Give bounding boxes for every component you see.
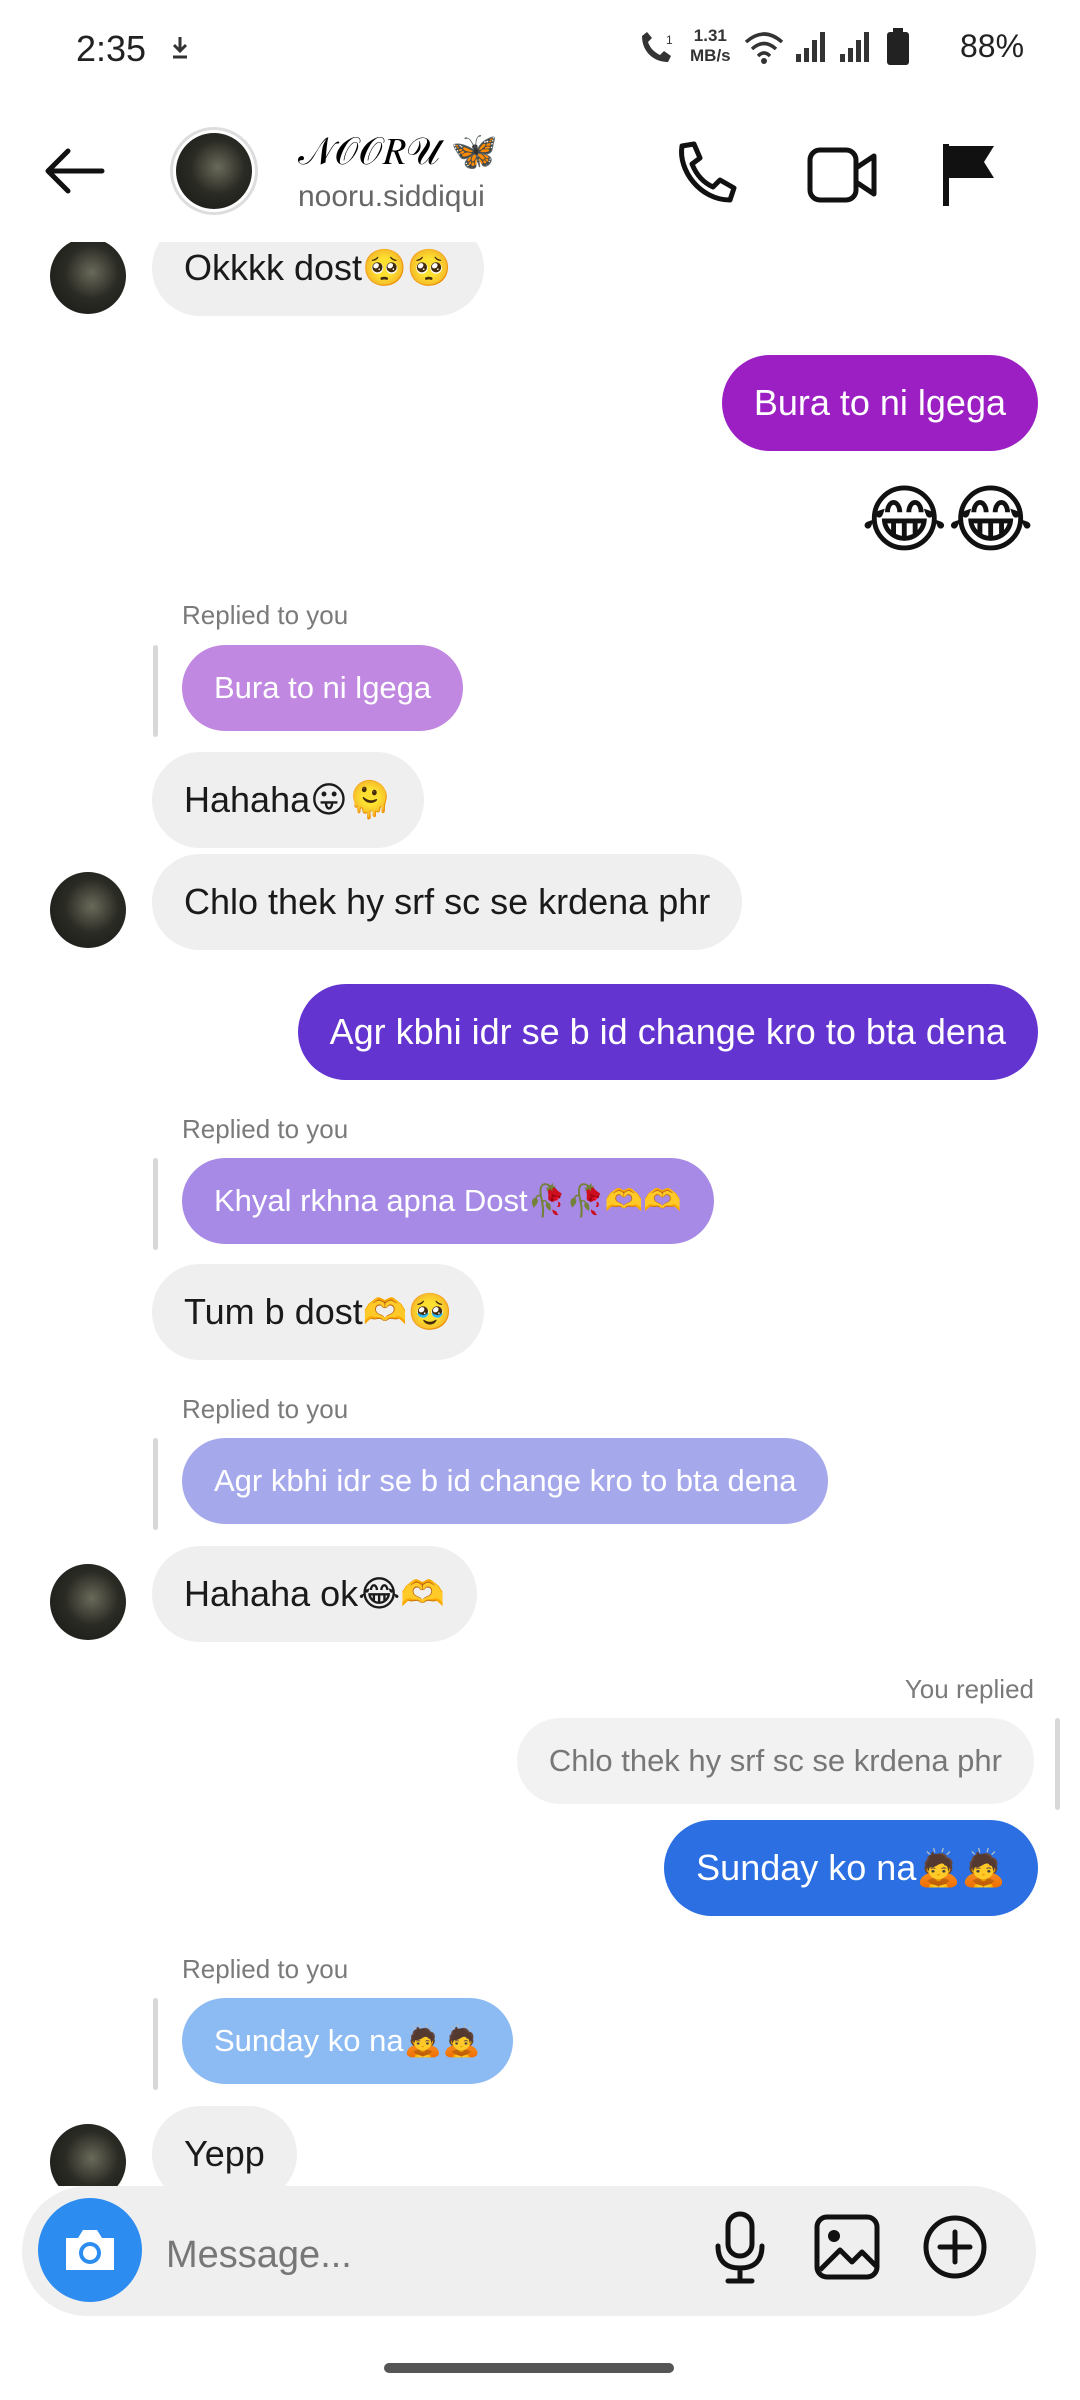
reply-quote[interactable]: Bura to ni lgega xyxy=(182,645,464,731)
header-avatar[interactable] xyxy=(170,127,258,215)
wifi-icon xyxy=(744,30,784,64)
avatar xyxy=(176,133,252,209)
reply-bar xyxy=(1055,1718,1060,1810)
reply-quote[interactable]: Chlo thek hy srf sc se krdena phr xyxy=(516,1718,1034,1804)
home-indicator[interactable] xyxy=(384,2363,674,2373)
flag-icon[interactable] xyxy=(940,140,1000,210)
signal-icon xyxy=(794,30,830,64)
reply-quote[interactable]: Agr kbhi idr se b id change kro to bta d… xyxy=(182,1438,829,1524)
avatar[interactable] xyxy=(50,238,126,314)
camera-button[interactable] xyxy=(38,2198,142,2302)
status-time: 2:35 xyxy=(76,28,147,69)
message-bubble-incoming[interactable]: Chlo thek hy srf sc se krdena phr xyxy=(152,854,743,950)
back-arrow-icon[interactable] xyxy=(42,146,106,196)
message-bubble-outgoing[interactable]: Bura to ni lgega xyxy=(721,355,1038,451)
message-bubble-incoming[interactable]: Tum b dost🫶🥹 xyxy=(152,1264,485,1360)
reply-quote[interactable]: Khyal rkhna apna Dost🥀🥀🫶🫶 xyxy=(182,1158,715,1244)
call-status-icon: 1 xyxy=(636,30,676,66)
net-speed-unit: MB/s xyxy=(690,46,731,65)
reply-quote[interactable]: Sunday ko na🙇🙇 xyxy=(182,1998,513,2084)
net-speed: 1.31 MB/s xyxy=(690,26,731,66)
status-bar: 2:35 1 1.31 MB/s 88% xyxy=(0,0,1080,100)
reply-label: You replied xyxy=(904,1674,1034,1704)
add-icon[interactable] xyxy=(920,2212,990,2282)
download-arrow-icon xyxy=(170,34,190,60)
contact-username[interactable]: nooru.siddiqui xyxy=(298,180,485,214)
avatar[interactable] xyxy=(50,1564,126,1640)
message-bubble-incoming[interactable]: Hahaha ok😂🫶 xyxy=(152,1546,478,1642)
reply-label: Replied to you xyxy=(182,1114,349,1144)
reply-label: Replied to you xyxy=(182,1394,349,1424)
gallery-icon[interactable] xyxy=(812,2212,882,2282)
emoji-message[interactable]: 😂😂 xyxy=(861,478,1034,562)
message-bubble-outgoing[interactable]: Agr kbhi idr se b id change kro to bta d… xyxy=(297,984,1038,1080)
avatar[interactable] xyxy=(50,872,126,948)
reply-label: Replied to you xyxy=(182,1954,349,1984)
microphone-icon[interactable] xyxy=(712,2210,768,2286)
contact-display-name[interactable]: 𝒩𝒪𝒪𝑅𝒰 🦋 xyxy=(298,130,498,174)
phone-icon[interactable] xyxy=(670,140,740,208)
message-bubble-incoming[interactable]: Hahaha😛🫠 xyxy=(152,752,425,848)
net-speed-value: 1.31 xyxy=(693,26,727,45)
camera-icon xyxy=(60,2224,120,2276)
message-input[interactable] xyxy=(164,2224,668,2286)
reply-label: Replied to you xyxy=(182,600,349,630)
reply-bar xyxy=(153,1158,158,1250)
signal-icon-2 xyxy=(838,30,874,64)
battery-percent: 88% xyxy=(960,28,1025,64)
video-icon[interactable] xyxy=(806,144,878,206)
reply-bar xyxy=(153,1998,158,2090)
svg-text:1: 1 xyxy=(666,33,673,47)
reply-bar xyxy=(153,1438,158,1530)
battery-icon xyxy=(886,28,910,66)
header-overlay: 𝒩𝒪𝒪𝑅𝒰 🦋 nooru.siddiqui xyxy=(0,100,1080,242)
message-bubble-outgoing[interactable]: Sunday ko na🙇🙇 xyxy=(664,1820,1038,1916)
reply-bar xyxy=(153,645,158,737)
